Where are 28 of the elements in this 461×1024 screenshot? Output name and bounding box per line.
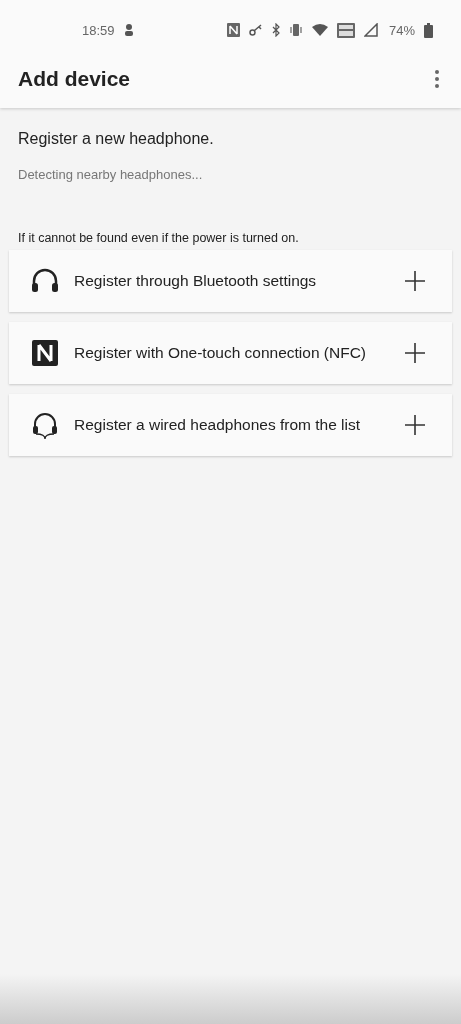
clock-time: 18:59 — [82, 22, 115, 38]
more-icon — [435, 70, 439, 88]
key-icon — [248, 24, 263, 36]
nfc-icon — [31, 339, 59, 367]
hint-text: If it cannot be found even if the power is turned on. — [17, 231, 300, 245]
bluetooth-icon — [271, 23, 280, 37]
wired-headphones-icon — [31, 411, 59, 439]
battery-icon — [424, 22, 433, 38]
nfc-icon — [226, 23, 240, 37]
option-label: Register through Bluetooth settings — [74, 272, 318, 290]
option-label: Register with One-touch connection (NFC) — [74, 344, 368, 362]
vibrate-icon — [288, 23, 303, 37]
plus-icon — [405, 343, 425, 363]
screen-title: Add device — [18, 67, 131, 91]
plus-icon — [405, 415, 425, 435]
notification-icon — [123, 23, 134, 37]
headphones-icon — [31, 267, 59, 295]
detecting-status: Detecting nearby headphones... — [17, 167, 204, 182]
option-card[interactable]: Register a wired headphones from the list — [9, 394, 452, 456]
option-card[interactable]: Register through Bluetooth settings — [9, 250, 452, 312]
option-card[interactable]: Register with One-touch connection (NFC) — [9, 322, 452, 384]
plus-icon — [405, 271, 425, 291]
wifi-icon — [311, 24, 328, 36]
battery-level: 74% — [388, 22, 415, 38]
intro-text: Register a new headphone. — [17, 130, 215, 148]
wifi-calling-icon — [336, 22, 355, 38]
option-label: Register a wired headphones from the list — [74, 416, 362, 434]
signal-icon — [363, 23, 378, 37]
